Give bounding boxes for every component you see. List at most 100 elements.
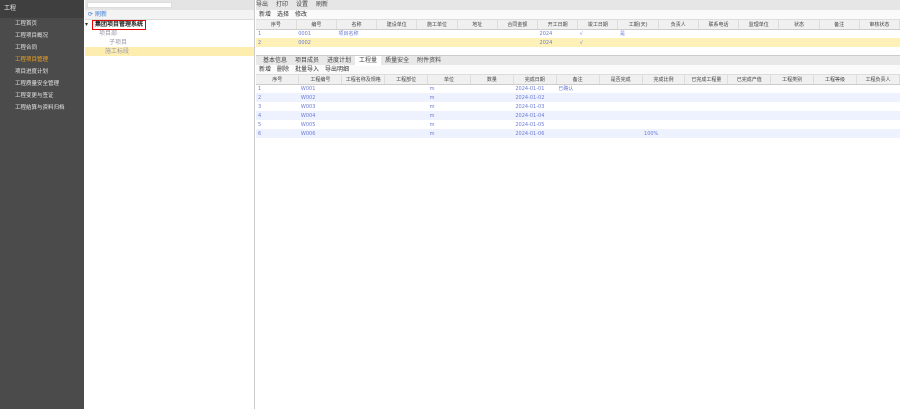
table-cell (385, 120, 428, 129)
column-header[interactable]: 已完成工程量 (684, 75, 729, 85)
column-header[interactable]: 工期(天) (617, 20, 659, 30)
table-cell (470, 111, 514, 120)
column-header[interactable]: 工程部位 (384, 75, 429, 85)
tree-search-input[interactable] (87, 2, 172, 8)
grid-toolbar-button[interactable]: 导出明细 (325, 66, 349, 73)
table-row[interactable]: 2 0002 2024 √ (256, 38, 900, 47)
tree-panel: ⟳ 刷新 ▾ 集团项目管理系统 项目部 子项目 施工标段 (85, 0, 255, 409)
tab[interactable]: 附件资料 (413, 56, 445, 66)
table-cell (470, 102, 513, 111)
column-header[interactable]: 施工单位 (416, 20, 458, 30)
column-header[interactable]: 建设单位 (376, 20, 418, 30)
column-header[interactable]: 竣工日期 (577, 20, 619, 30)
table-cell: 2 (256, 93, 299, 102)
refresh-label[interactable]: 刷新 (95, 11, 107, 18)
table-cell (770, 129, 814, 138)
toolbar-button[interactable]: 设置 (296, 1, 308, 8)
toolbar-button[interactable]: 刷新 (316, 1, 328, 8)
table-cell: 1 (258, 30, 262, 37)
column-header[interactable]: 负责人 (658, 20, 699, 30)
column-header[interactable]: 工程等级 (813, 75, 857, 85)
table-cell (457, 29, 497, 38)
table-cell (556, 120, 599, 129)
sidebar-item[interactable]: 项目进度计划 (0, 66, 84, 78)
column-header[interactable]: 监理单位 (738, 20, 780, 30)
column-header[interactable]: 完成日期 (513, 75, 557, 85)
column-header[interactable]: 序号 (256, 20, 297, 30)
column-header[interactable]: 状态 (778, 20, 820, 30)
column-header[interactable]: 已完成产值 (727, 75, 772, 85)
sidebar-item[interactable]: 工程首页 (0, 18, 84, 30)
sidebar: 工程 工程首页 工程项目概况 工程合同 工程项目管理 项目进度计划 工程质量安全管理 工程变… (0, 0, 84, 409)
grid-toolbar-button[interactable]: 选择 (277, 11, 289, 18)
toolbar-button[interactable]: 打印 (276, 1, 288, 8)
table-row[interactable]: 3 W003 m 2024-01-03 (256, 102, 900, 111)
table-cell (658, 38, 699, 47)
column-header[interactable]: 完成比例 (642, 75, 686, 85)
table-cell: 3 (258, 103, 262, 110)
top-grid: 序号 编号 名称 建设单位 施工单位 地址 合同金额 开工日期 竣工日期 工期(天) 负责人 联系电话… (256, 20, 900, 47)
column-header[interactable]: 工程编号 (298, 75, 343, 85)
table-cell: 是 (619, 31, 625, 38)
table-cell (384, 129, 428, 138)
column-header[interactable]: 工程负责人 (856, 75, 900, 85)
table-row[interactable]: 5 W005 m 2024-01-05 (256, 120, 900, 129)
column-header[interactable]: 序号 (256, 75, 300, 85)
grid-toolbar-button[interactable]: 删除 (277, 66, 289, 73)
table-cell (470, 84, 513, 93)
table-cell (658, 29, 698, 38)
grid-toolbar-button[interactable]: 修改 (295, 11, 307, 18)
table-cell (685, 120, 728, 129)
column-header[interactable]: 是否完成 (599, 75, 643, 85)
refresh-icon[interactable]: ⟳ (88, 11, 93, 18)
table-cell (728, 120, 771, 129)
column-header[interactable]: 备注 (556, 75, 600, 85)
grid-toolbar-button[interactable]: 批量导入 (295, 66, 319, 73)
tree-node[interactable]: 子项目 (85, 38, 254, 47)
table-cell (813, 93, 857, 102)
table-cell (727, 129, 771, 138)
table-cell (684, 93, 728, 102)
column-header[interactable]: 备注 (819, 20, 860, 30)
table-cell (599, 129, 643, 138)
table-cell (556, 102, 599, 111)
table-row[interactable]: 1 0001 项目名称 2024 √ 是 (256, 29, 900, 38)
grid-toolbar-button[interactable]: 新增 (259, 11, 271, 18)
tree-node[interactable]: 项目部 (85, 29, 254, 38)
column-header[interactable]: 地址 (457, 20, 498, 30)
column-header[interactable]: 名称 (336, 20, 378, 30)
column-header[interactable]: 合同金额 (497, 20, 539, 30)
table-row[interactable]: 1 W001 m 2024-01-01 已确认 (256, 84, 900, 93)
column-header[interactable]: 审核状态 (859, 20, 900, 30)
column-header[interactable]: 编号 (296, 20, 337, 30)
table-row[interactable]: 4 W004 m 2024-01-04 (256, 111, 900, 120)
toolbar-button[interactable]: 导出 (256, 1, 268, 8)
sidebar-item[interactable]: 工程合同 (0, 42, 84, 54)
table-row[interactable]: 2 W002 m 2024-01-02 (256, 93, 900, 102)
column-header[interactable]: 联系电话 (698, 20, 740, 30)
table-cell (341, 129, 385, 138)
table-cell: 2 (256, 38, 297, 47)
column-header[interactable]: 开工日期 (537, 20, 579, 30)
tree-root[interactable]: ▾ 集团项目管理系统 (85, 20, 254, 30)
sidebar-header[interactable]: 工程 (0, 0, 84, 18)
column-header[interactable]: 工程类别 (770, 75, 815, 85)
table-cell: 2024-01-04 (513, 111, 557, 120)
sidebar-item[interactable]: 工程项目管理 (0, 54, 84, 66)
grid-toolbar-button[interactable]: 新增 (259, 66, 271, 73)
tab[interactable]: 质量安全 (381, 56, 413, 66)
table-row[interactable]: 6 W006 m 2024-01-06 100% (256, 129, 900, 138)
sidebar-item[interactable]: 工程结算与资料归档 (0, 102, 84, 114)
column-header[interactable]: 数量 (470, 75, 514, 85)
table-cell: m (427, 93, 471, 102)
table-cell (814, 120, 857, 129)
sidebar-item[interactable]: 工程项目概况 (0, 30, 84, 42)
table-cell (556, 129, 600, 138)
sidebar-item[interactable]: 工程变更与签证 (0, 90, 84, 102)
column-header[interactable]: 单位 (427, 75, 471, 85)
sidebar-item[interactable]: 工程质量安全管理 (0, 78, 84, 90)
column-header[interactable]: 工程名称及规格 (341, 75, 386, 85)
table-cell: W001 (300, 85, 316, 92)
tree-node-selected[interactable]: 施工标段 (85, 47, 254, 56)
tab[interactable]: 工程量 (355, 56, 382, 66)
